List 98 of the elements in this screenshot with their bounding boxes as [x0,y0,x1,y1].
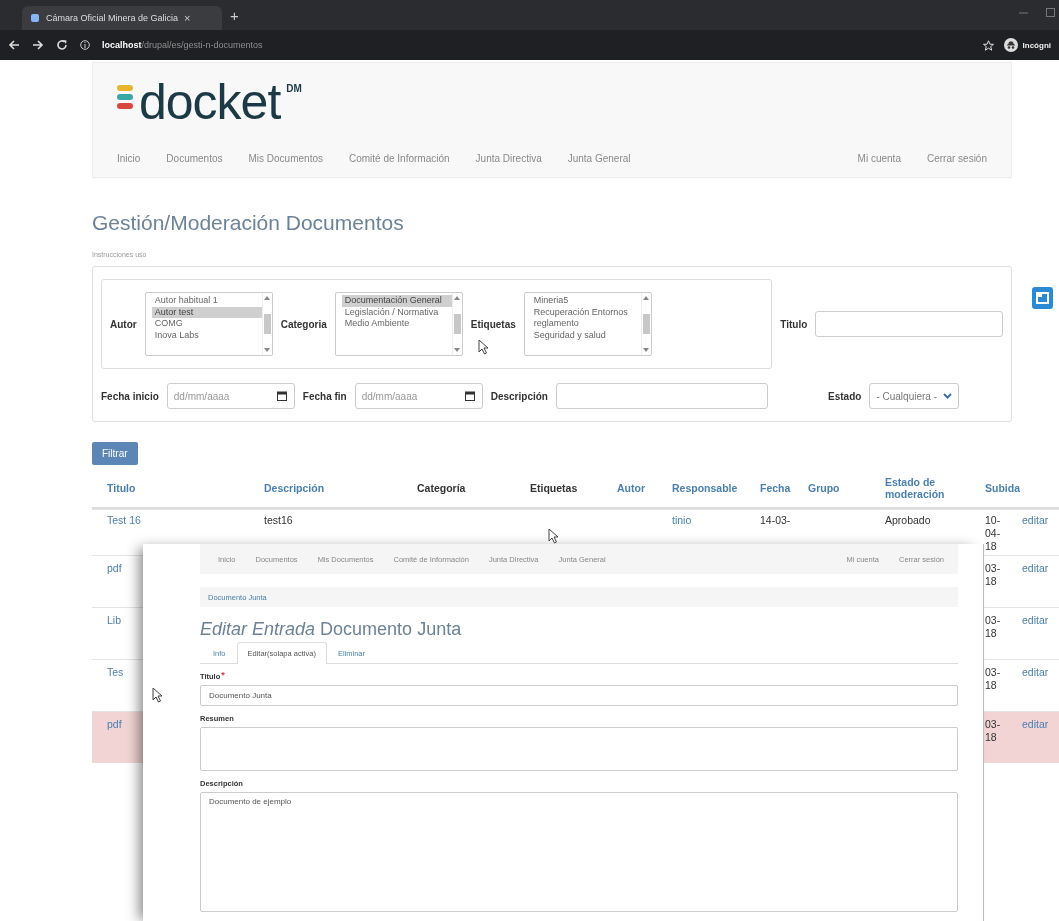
table-link[interactable]: editar [1022,718,1049,730]
close-button[interactable]: × [184,12,214,24]
field-label: Etiquetas [470,318,516,330]
nav-link[interactable]: Junta General [567,153,631,164]
field-label: Estado [828,390,862,402]
list-option[interactable]: Documentación General [341,295,452,307]
list-option[interactable]: Seguridad y salud [530,329,641,341]
field-label: Categoria [280,318,327,330]
select-field[interactable]: - Cualquiera - [869,383,959,409]
forward-icon[interactable] [32,39,44,51]
text-field[interactable] [555,383,768,409]
nav-link[interactable]: Documentos [166,153,223,164]
nav-link[interactable]: Mi cuenta [857,153,901,164]
list-option[interactable]: COMG [151,318,262,330]
list-box[interactable]: Mineria5 Recuperación Entornos reglamento Seguridad y salud [523,292,652,356]
list-option[interactable]: reglamento [530,318,641,330]
url-text[interactable]: localhost/drupal/es/gesti-n-documentos [102,40,263,50]
table-cell: test16 [264,514,293,526]
new-tab-button[interactable]: + [230,7,239,23]
down-arrow-icon [264,348,271,352]
column-header[interactable]: Fecha [760,482,808,494]
text-field[interactable]: Documento Junta [200,685,958,706]
edit-heading: Editar Entrada Documento Junta [200,619,463,640]
table-link[interactable]: Lib [107,614,121,626]
browser-tab[interactable]: Cámara Oficial Minera de Galicia × [22,6,222,30]
list-box[interactable]: Autor habitual 1 Autor test COMG Inova Labs [144,292,273,356]
table-link[interactable]: Tes [107,666,124,678]
field-label: Fecha inicio [101,390,159,402]
table-link[interactable]: pdf [107,718,122,730]
window-icon[interactable] [1032,287,1053,309]
column-header[interactable]: Responsable [672,482,760,494]
table-cell-text: 03-18 [985,718,1002,744]
table-link[interactable]: pdf [107,562,122,574]
column-header[interactable]: Descripción [264,482,417,494]
column-header[interactable]: Subida [985,482,1022,494]
column-header: Etiquetas [530,482,579,494]
text-area[interactable]: Documento de ejemplo [200,792,958,912]
page-icon [30,13,40,23]
nav-link[interactable]: Junta Directiva [475,153,542,164]
logo-mark: DM [286,83,302,94]
column-header[interactable]: Estado de moderación [885,476,985,500]
text-field[interactable] [815,311,1003,337]
column-header: Categoría [417,482,467,494]
table-link[interactable]: editar [1022,614,1049,626]
pointer-icon [478,339,489,355]
up-arrow-icon [264,296,271,300]
reload-icon[interactable] [56,39,68,51]
up-arrow-icon [643,296,650,300]
chevron-down-icon [943,393,952,399]
pointer-icon [152,687,163,703]
date-field[interactable]: dd/mm/aaaa [354,383,483,409]
table-link[interactable]: editar [1022,666,1049,678]
page-title: Gestión/Moderación Documentos [92,211,405,235]
up-arrow-icon [454,296,461,300]
field-label: Descripción [490,390,548,402]
list-box[interactable]: Documentación General Legislación / Normativa Medio Ambiente [334,292,463,356]
back-icon[interactable] [8,39,20,51]
field-label: Fecha fin [302,390,347,402]
maximize-icon[interactable] [1046,8,1055,17]
down-arrow-icon [643,348,650,352]
profile-button[interactable]: Incógni [1003,38,1051,52]
column-header[interactable]: Titulo [107,482,264,494]
info-icon[interactable] [80,40,90,50]
nav-link[interactable]: Comité de Información [348,153,450,164]
required-mark: * [221,672,225,681]
field-label: Titulo [780,318,808,330]
list-option[interactable]: Autor habitual 1 [151,295,262,307]
field-label: Autor [110,318,137,330]
table-cell-text: 03-18 [985,666,1002,692]
table-cell-text: 03-18 [985,562,1002,588]
list-option[interactable]: Inova Labs [151,329,262,341]
table-cell: Aprobado [885,514,931,526]
incognito-icon [1003,38,1018,52]
list-option[interactable]: Autor test [151,306,262,318]
tab-title: Cámara Oficial Minera de Galicia [46,13,179,23]
calendar-icon [464,391,475,401]
nav-link[interactable]: Mis Documentos [248,153,323,164]
table-link[interactable]: Test 16 [107,514,141,526]
table-cell-text: 10-04-18 [985,514,1002,553]
list-option[interactable]: Recuperación Entornos [530,306,641,318]
logo-text: docket [139,77,281,127]
date-field[interactable]: dd/mm/aaaa [166,383,295,409]
column-header[interactable]: Autor [617,482,672,494]
calendar-icon [276,391,287,401]
table-link[interactable]: tinio [672,514,692,526]
table-link[interactable]: editar [1022,562,1049,574]
list-option[interactable]: Legislación / Normativa [341,306,452,318]
list-option[interactable]: Mineria5 [530,295,641,307]
table-cell: 14-03- [760,514,791,526]
filter-button[interactable]: Filtrar [92,442,138,465]
nav-link[interactable]: Cerrar sesión [926,153,987,164]
table-cell-text: 03-18 [985,614,1002,640]
column-header[interactable]: Grupo [808,482,885,494]
down-arrow-icon [454,348,461,352]
list-option[interactable]: Medio Ambiente [341,318,452,330]
star-icon[interactable] [982,39,994,51]
nav-link[interactable]: Inicio [117,153,141,164]
table-link[interactable]: editar [1022,514,1049,526]
